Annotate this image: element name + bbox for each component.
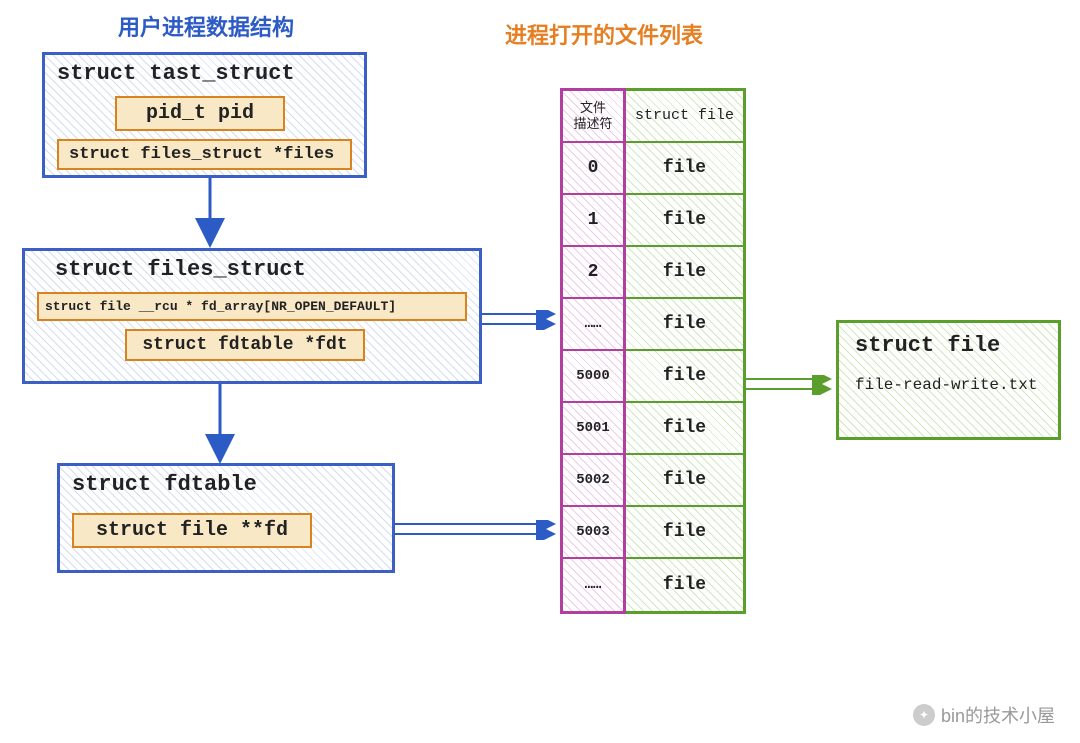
watermark: ✦ bin的技术小屋 <box>913 702 1055 728</box>
fd-cell: …… <box>563 299 623 351</box>
file-cell: file <box>626 247 743 299</box>
file-cell: file <box>626 351 743 403</box>
file-cell: file <box>626 559 743 611</box>
box-files-struct: struct files_struct struct file __rcu * … <box>22 248 482 384</box>
file-header: struct file <box>626 91 743 143</box>
fd-cell: 5003 <box>563 507 623 559</box>
struct-file-label: struct file <box>855 333 1042 358</box>
file-cell: file <box>626 195 743 247</box>
file-cell: file <box>626 403 743 455</box>
fd-cell: 5002 <box>563 455 623 507</box>
field-files-ptr: struct files_struct *files <box>57 139 352 170</box>
field-pid: pid_t pid <box>115 96 285 131</box>
file-cell: file <box>626 299 743 351</box>
field-fdt-ptr: struct fdtable *fdt <box>125 329 365 361</box>
arrow-fd-to-table <box>395 520 560 540</box>
fd-cell: …… <box>563 559 623 611</box>
fd-cell: 5000 <box>563 351 623 403</box>
file-cell: file <box>626 143 743 195</box>
box-task-struct: struct tast_struct pid_t pid struct file… <box>42 52 367 178</box>
title-open-file-list: 进程打开的文件列表 <box>505 18 703 50</box>
arrow-task-to-files <box>195 178 225 248</box>
box-struct-file: struct file file-read-write.txt <box>836 320 1061 440</box>
fdtable-label: struct fdtable <box>60 466 392 499</box>
fd-header: 文件 描述符 <box>563 91 623 143</box>
fd-cell: 2 <box>563 247 623 299</box>
fd-cell: 5001 <box>563 403 623 455</box>
file-column: struct file file file file file file fil… <box>626 88 746 614</box>
box-fdtable: struct fdtable struct file **fd <box>57 463 395 573</box>
watermark-text: bin的技术小屋 <box>941 702 1055 728</box>
file-cell: file <box>626 507 743 559</box>
arrow-row-to-file <box>746 375 836 395</box>
file-cell: file <box>626 455 743 507</box>
file-name-text: file-read-write.txt <box>855 376 1042 394</box>
task-struct-label: struct tast_struct <box>45 55 364 88</box>
arrow-fdarray-to-table <box>482 310 560 330</box>
field-fd-array: struct file __rcu * fd_array[NR_OPEN_DEF… <box>37 292 467 321</box>
fd-cell: 1 <box>563 195 623 247</box>
title-user-process: 用户进程数据结构 <box>118 10 294 42</box>
wechat-icon: ✦ <box>913 704 935 726</box>
arrow-files-to-fdtable <box>205 384 235 464</box>
field-fd-ptr: struct file **fd <box>72 513 312 548</box>
fd-column: 文件 描述符 0 1 2 …… 5000 5001 5002 5003 …… <box>560 88 626 614</box>
file-table: 文件 描述符 0 1 2 …… 5000 5001 5002 5003 …… s… <box>560 88 746 614</box>
fd-cell: 0 <box>563 143 623 195</box>
files-struct-label: struct files_struct <box>25 251 479 284</box>
